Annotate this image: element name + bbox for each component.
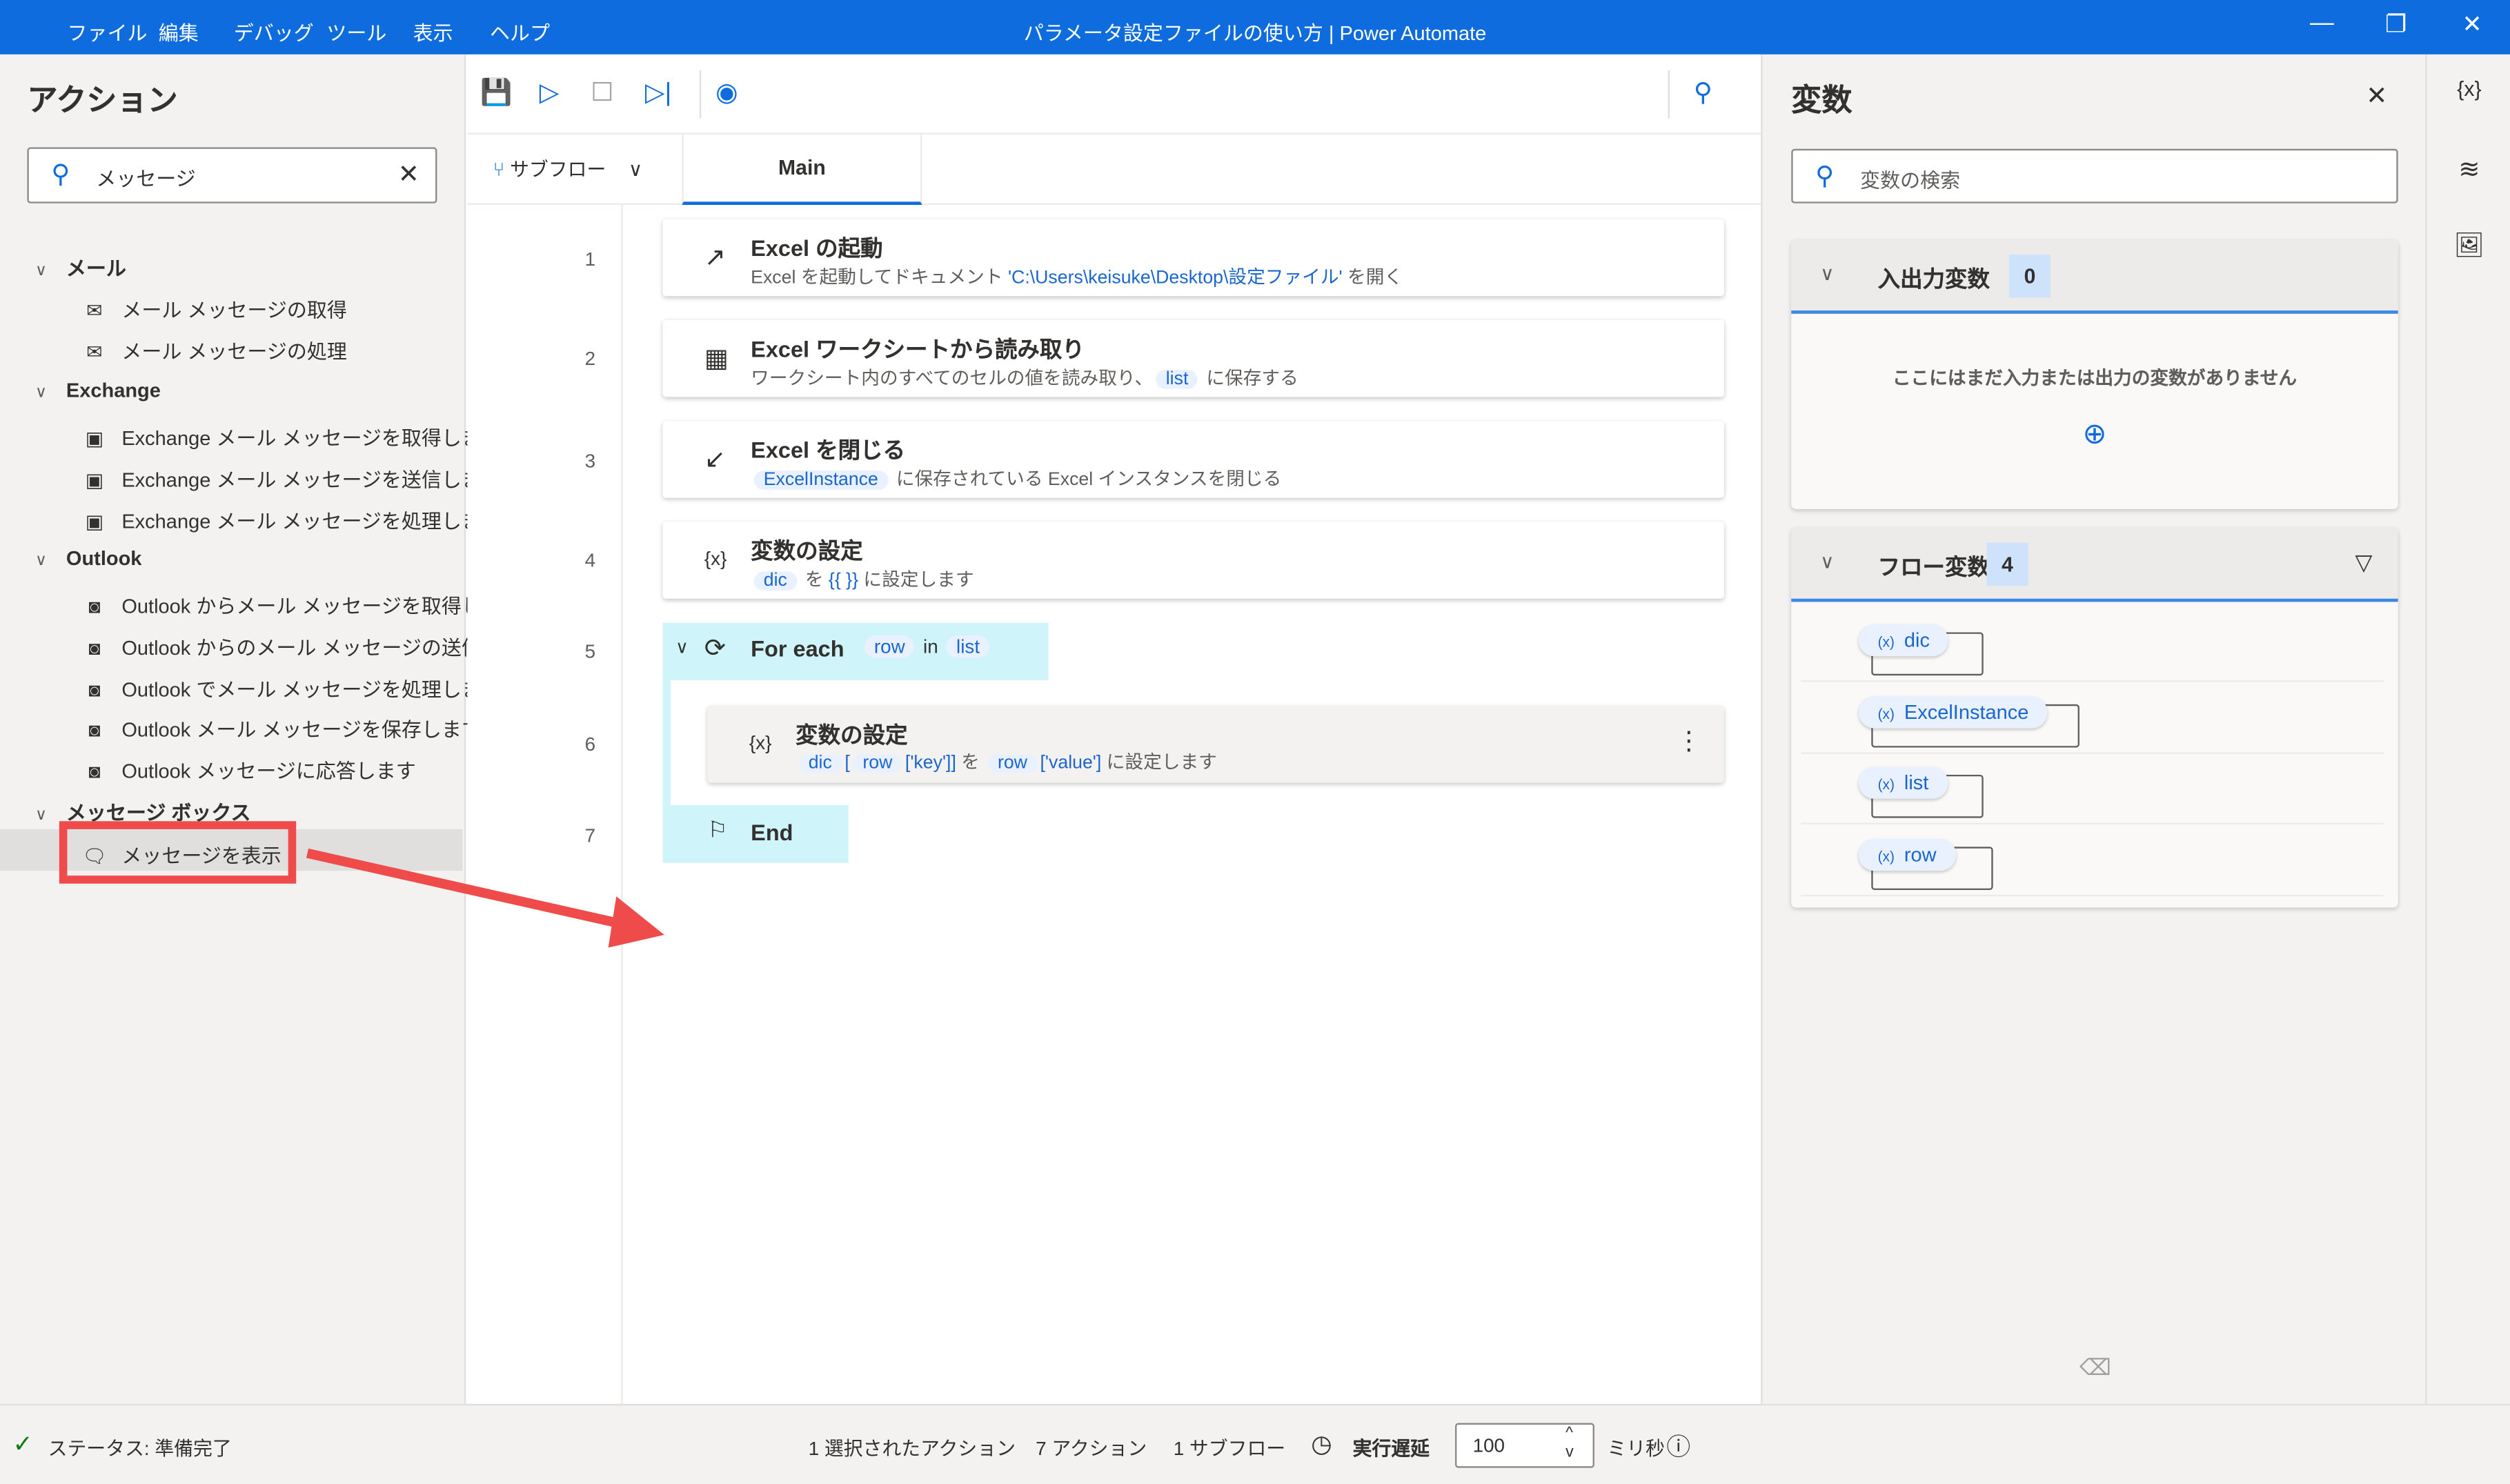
variable-row[interactable]: (x) row <box>1801 826 2384 897</box>
check-icon: ✓ <box>12 1431 33 1458</box>
status-text: ステータス: 準備完了 <box>48 1437 232 1461</box>
chevron-down-icon[interactable]: ∨ <box>1820 263 1834 285</box>
side-strip: {x} ≋ 🖼 <box>2425 54 2510 1404</box>
layers-icon[interactable]: ≋ <box>2427 154 2510 186</box>
unit-label: ミリ秒 <box>1607 1437 1666 1461</box>
delay-label: 実行遅延 <box>1352 1437 1430 1461</box>
variables-icon[interactable]: {x} <box>2427 77 2510 101</box>
clock-icon: ◷ <box>1311 1431 1332 1458</box>
variable-row[interactable]: (x) dic <box>1801 611 2384 682</box>
images-icon[interactable]: 🖼 <box>2427 230 2510 259</box>
flow-variables-section: ∨ フロー変数 4 ▽ (x) dic (x) ExcelInstance (x) list… <box>1791 528 2398 908</box>
stepper-arrows-icon[interactable]: ^ v <box>1565 1425 1574 1463</box>
status-bar: ✓ ステータス: 準備完了 1 選択されたアクション 7 アクション 1 サブフ… <box>0 1403 2510 1484</box>
search-icon: ⚲ <box>1815 163 1835 191</box>
count-badge: 0 <box>2008 254 2051 298</box>
variable-row[interactable]: (x) list <box>1801 754 2384 824</box>
variables-title: 変数 <box>1791 84 1852 119</box>
add-variable-icon[interactable]: ⊕ <box>1791 418 2398 452</box>
variables-search-input[interactable]: ⚲ 変数の検索 <box>1791 148 2398 204</box>
variable-row[interactable]: (x) ExcelInstance <box>1801 684 2384 754</box>
info-icon[interactable]: ⓘ <box>1666 1429 1690 1463</box>
count-badge: 4 <box>1986 542 2028 586</box>
action-count: 7 アクション <box>1036 1437 1147 1461</box>
eraser-icon[interactable]: ⌫ <box>2079 1354 2111 1381</box>
subflow-count: 1 サブフロー <box>1173 1437 1286 1461</box>
close-panel-icon[interactable]: ✕ <box>2366 80 2387 112</box>
variables-panel: 変数 ✕ ⚲ 変数の検索 ∨ 入出力変数 0 ここにはまだ入力または出力の変数があり… <box>1761 54 2426 1404</box>
selected-count: 1 選択されたアクション <box>808 1437 1016 1461</box>
chevron-down-icon[interactable]: ∨ <box>1820 551 1834 573</box>
io-variables-section: ∨ 入出力変数 0 ここにはまだ入力または出力の変数がありません ⊕ <box>1791 240 2398 509</box>
filter-icon[interactable]: ▽ <box>2355 549 2373 576</box>
delay-stepper[interactable]: 100 ^ v <box>1455 1423 1594 1468</box>
